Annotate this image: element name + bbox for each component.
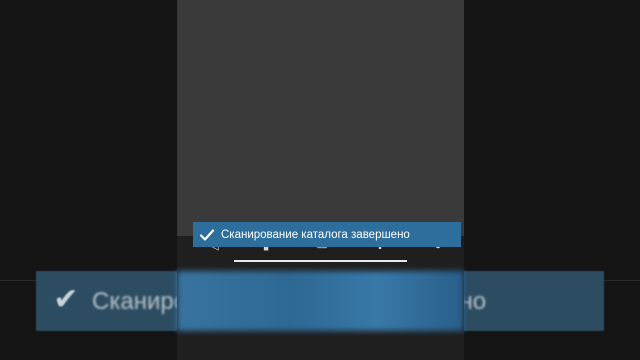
blurred-checkmark-icon: ✔ [53, 283, 79, 316]
video-frame: ✔ Сканирование каталога завершено ◁ ▮ ▭ … [0, 0, 640, 360]
toast-message: Сканирование каталога завершено [221, 228, 410, 241]
checkmark-icon [199, 227, 215, 243]
toast-notification: Сканирование каталога завершено [193, 222, 461, 247]
blurred-banner-center [177, 271, 464, 331]
progress-line [234, 260, 407, 262]
